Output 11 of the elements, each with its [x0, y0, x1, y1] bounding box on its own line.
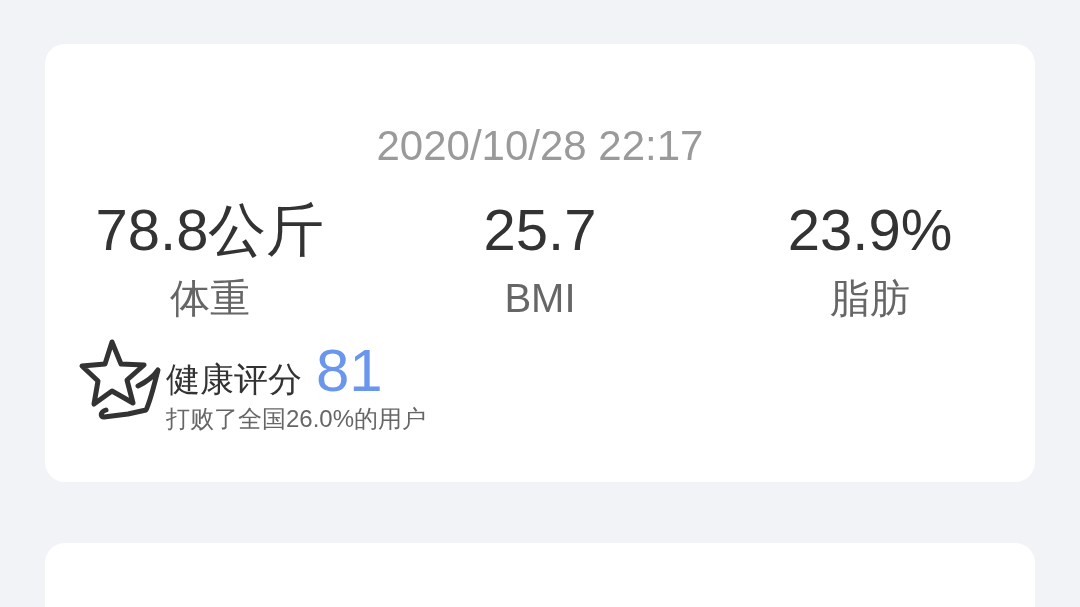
metric-label: 脂肪	[830, 275, 910, 322]
metric-label: BMI	[504, 275, 576, 322]
score-value: 81	[316, 346, 383, 396]
star-icon	[78, 336, 162, 420]
metric-value: 23.9%	[787, 196, 953, 264]
metric-label: 体重	[170, 275, 250, 322]
record-datetime: 2020/10/28 22:17	[376, 124, 704, 168]
metric-value: 78.8公斤	[95, 196, 325, 264]
metric-value: 25.7	[483, 196, 597, 264]
score-label: 健康评分	[166, 358, 302, 401]
score-note: 打败了全国26.0%的用户	[166, 404, 427, 434]
